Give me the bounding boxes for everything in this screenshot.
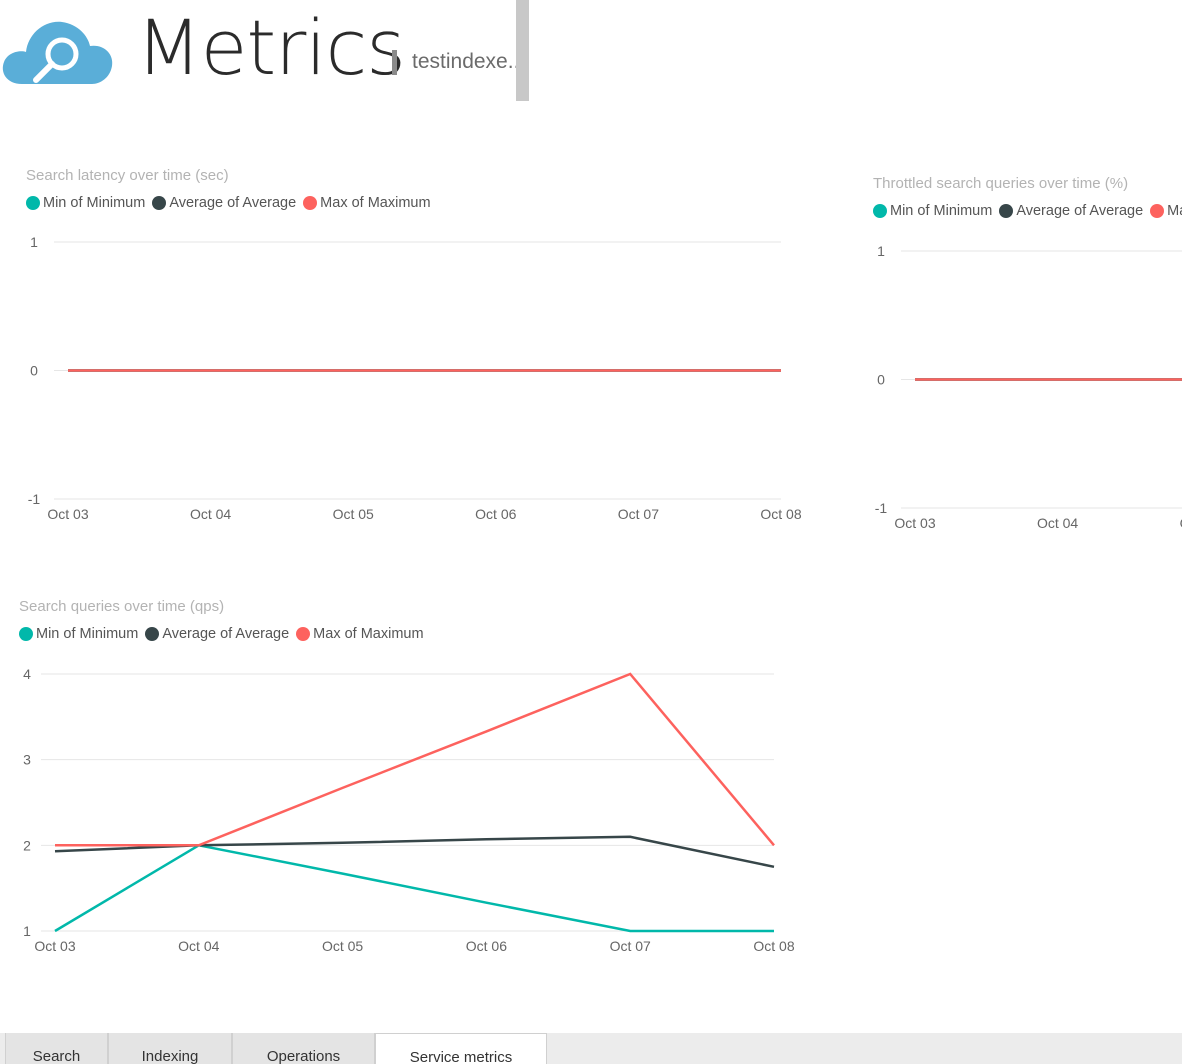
search-queries-chart: Search queries over time (qps) Min of Mi… <box>19 598 799 968</box>
tab-indexing[interactable]: Indexing <box>108 1033 232 1064</box>
x-tick-label: Oct 03 <box>34 938 75 954</box>
y-tick-label: 1 <box>30 234 38 250</box>
tab-operations[interactable]: Operations <box>232 1033 375 1064</box>
x-tick-label: Oct 07 <box>610 938 651 954</box>
y-tick-label: -1 <box>875 500 888 516</box>
y-tick-label: -1 <box>28 491 41 507</box>
y-tick-label: 1 <box>877 243 885 259</box>
service-name: testindexe... <box>412 50 526 73</box>
y-tick-label: 3 <box>23 752 31 768</box>
y-tick-label: 0 <box>30 363 38 379</box>
x-tick-label: Oct 07 <box>618 506 659 522</box>
chart-plot: -1 0 1 Oct 03 Oct 04 Oct 05 Oct 06 Oct 07 Oct 08 <box>28 234 802 522</box>
x-tick-label: Oct 06 <box>466 938 507 954</box>
cloud-search-logo-icon <box>2 21 113 84</box>
x-tick-label: Oct 06 <box>475 506 516 522</box>
tab-search[interactable]: Search <box>5 1033 108 1064</box>
x-tick-label: Oct 08 <box>753 938 794 954</box>
scrollbar-thumb[interactable] <box>516 0 529 101</box>
x-tick-label: Oct 04 <box>190 506 231 522</box>
x-tick-label: Oct 04 <box>1037 515 1078 531</box>
chart-plot: 1 2 3 4 Oct 03 Oct 04 Oct 05 Oct 06 Oct 07 Oct 08 <box>23 666 795 954</box>
y-tick-label: 1 <box>23 923 31 939</box>
x-tick-label: Oct 05 <box>322 938 363 954</box>
y-tick-label: 2 <box>23 837 31 853</box>
chart-plot: -101Oct 03Oct 04Oct 05Oct 06Oct 07Oct 08 <box>875 243 1182 531</box>
page-tabs: Search Indexing Operations Service metri… <box>0 1033 1182 1064</box>
throttled-queries-chart: Throttled search queries over time (%) M… <box>873 175 1182 545</box>
x-tick-label: Oct 03 <box>47 506 88 522</box>
x-tick-label: Oct 03 <box>894 515 935 531</box>
x-tick-label: Oct 08 <box>760 506 801 522</box>
x-tick-label: Oct 04 <box>178 938 219 954</box>
page-title: Metrics <box>136 3 406 92</box>
y-tick-label: 4 <box>23 666 31 682</box>
title-separator <box>392 50 397 75</box>
search-latency-chart: Search latency over time (sec) Min of Mi… <box>26 167 806 537</box>
y-tick-label: 0 <box>877 372 885 388</box>
series-line-avg <box>54 835 775 869</box>
tab-service-metrics[interactable]: Service metrics <box>375 1033 547 1064</box>
series-line-min <box>54 843 774 933</box>
page-header: Metrics testindexe... <box>0 0 1182 110</box>
x-tick-label: Oct 05 <box>333 506 374 522</box>
